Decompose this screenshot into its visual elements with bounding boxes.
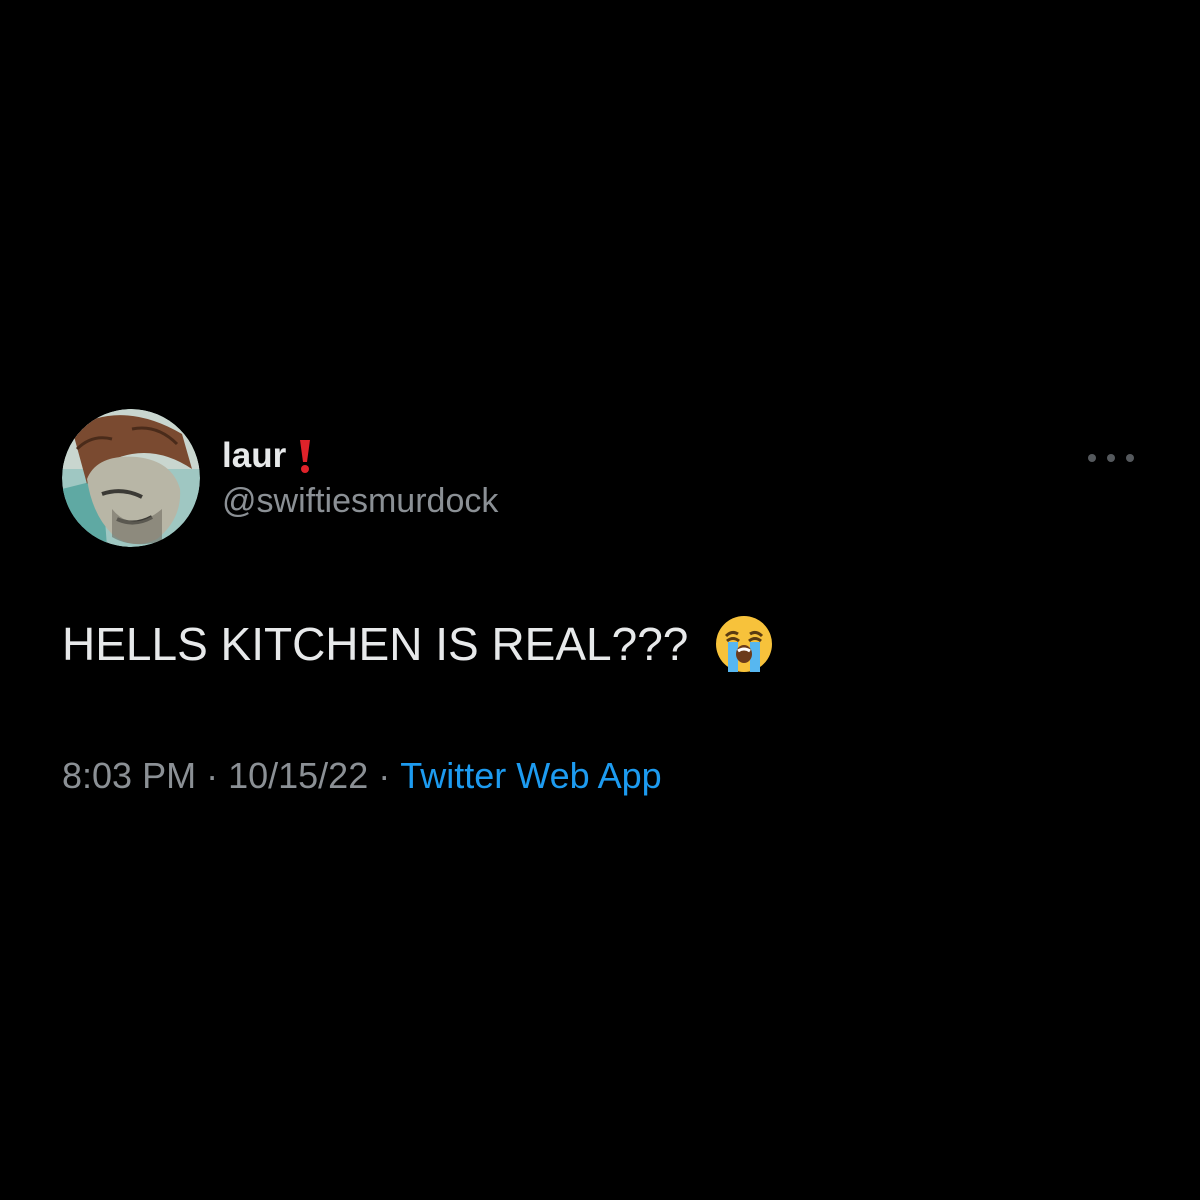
tweet-source-link[interactable]: Twitter Web App <box>400 755 661 796</box>
tweet-date[interactable]: 10/15/22 <box>228 755 368 796</box>
tweet-metadata: 8:03 PM · 10/15/22 · Twitter Web App <box>62 755 662 797</box>
display-name[interactable]: laur <box>222 436 286 476</box>
more-options-icon <box>1088 454 1096 462</box>
user-handle[interactable]: @swiftiesmurdock <box>222 482 498 521</box>
meta-separator: · <box>206 755 219 796</box>
tweet-text-content: HELLS KITCHEN IS REAL??? <box>62 618 689 670</box>
avatar-illustration-icon <box>62 409 200 547</box>
more-options-button[interactable] <box>1088 440 1134 476</box>
more-options-icon <box>1107 454 1115 462</box>
more-options-icon <box>1126 454 1134 462</box>
loudly-crying-face-icon <box>714 614 774 674</box>
tweet-time[interactable]: 8:03 PM <box>62 755 196 796</box>
tweet-text: HELLS KITCHEN IS REAL??? <box>62 614 774 674</box>
tweet-card: laur @swiftiesmurdock HELLS KITCHEN IS R… <box>0 0 1200 1200</box>
meta-separator: · <box>378 755 391 796</box>
avatar[interactable] <box>62 409 200 547</box>
exclamation-mark-icon <box>298 438 312 474</box>
name-row: laur <box>222 434 312 478</box>
